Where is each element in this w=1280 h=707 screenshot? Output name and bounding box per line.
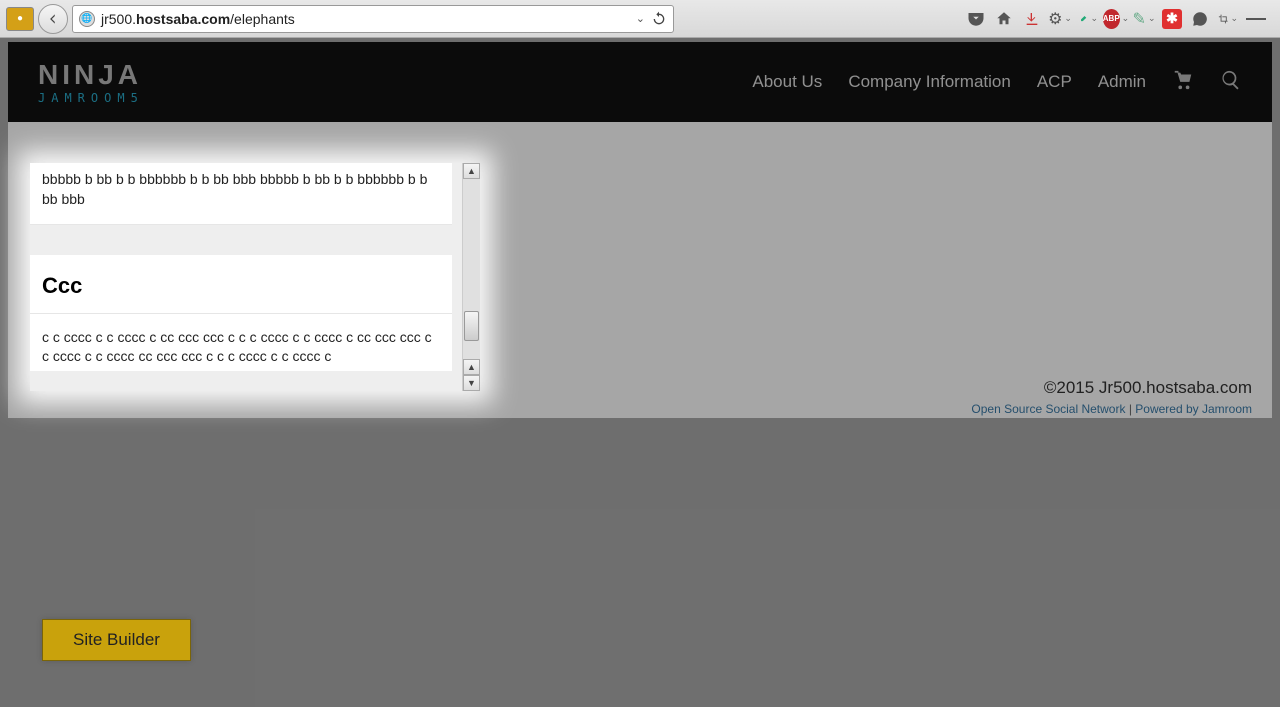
logo-title: NINJA <box>38 59 144 91</box>
pocket-icon[interactable] <box>966 9 986 29</box>
scroll-thumb[interactable] <box>464 311 479 341</box>
footer-links: Open Source Social Network | Powered by … <box>28 402 1252 416</box>
url-text: jr500.hostsaba.com/elephants <box>101 11 295 27</box>
scrollbar[interactable]: ▲ ▲ ▼ <box>462 163 480 391</box>
chevron-down-icon[interactable]: ⌄ <box>1064 13 1072 24</box>
eyedropper-icon[interactable]: ⌄ <box>1078 9 1098 29</box>
crop-icon[interactable]: ⌄ <box>1218 9 1238 29</box>
scroll-up-hint[interactable]: ▲ <box>463 359 480 375</box>
nav-admin[interactable]: Admin <box>1098 72 1146 92</box>
extension-icon[interactable]: ✱ <box>1162 9 1182 29</box>
tool-icon[interactable]: ✎⌄ <box>1134 9 1154 29</box>
logo-subtitle: JAMROOM5 <box>38 91 144 105</box>
ccc-body: c c cccc c c cccc c cc ccc ccc c c c ccc… <box>30 314 452 371</box>
browser-toolbar-icons: ⚙⌄ ⌄ ABP⌄ ✎⌄ ✱ ⌄ <box>678 9 1274 29</box>
main-nav: About Us Company Information ACP Admin <box>752 69 1242 96</box>
download-icon[interactable] <box>1022 9 1042 29</box>
arrow-left-icon <box>46 12 60 26</box>
cart-icon[interactable] <box>1172 69 1194 96</box>
menu-icon[interactable] <box>1246 9 1266 29</box>
site-header: NINJA JAMROOM5 About Us Company Informat… <box>8 42 1272 122</box>
abp-icon[interactable]: ABP⌄ <box>1106 9 1126 29</box>
scroll-up-button[interactable]: ▲ <box>463 163 480 179</box>
card-b-body: bbbbb b bb b b bbbbbb b b bb bbb bbbbb b… <box>30 163 452 225</box>
scroll-track[interactable] <box>463 179 480 359</box>
reload-icon[interactable] <box>651 11 667 27</box>
gear-icon[interactable]: ⚙⌄ <box>1050 9 1070 29</box>
oss-link[interactable]: Open Source Social Network <box>971 402 1125 416</box>
browser-toolbar: ● 🌐 jr500.hostsaba.com/elephants ⌄ ⚙⌄ ⌄ … <box>0 0 1280 38</box>
scroll-content: bbbbb b bb b b bbbbbb b b bb bbb bbbbb b… <box>30 163 462 391</box>
nav-company[interactable]: Company Information <box>848 72 1011 92</box>
chat-icon[interactable] <box>1190 9 1210 29</box>
home-icon[interactable] <box>994 9 1014 29</box>
site-builder-button[interactable]: Site Builder <box>42 619 191 661</box>
search-icon[interactable] <box>1220 69 1242 96</box>
chevron-down-icon[interactable]: ⌄ <box>1230 13 1238 24</box>
content-scroll-panel: bbbbb b bb b b bbbbbb b b bb bbb bbbbb b… <box>30 163 480 391</box>
logo[interactable]: NINJA JAMROOM5 <box>38 59 144 105</box>
record-button[interactable]: ● <box>6 7 34 31</box>
page-viewport: NINJA JAMROOM5 About Us Company Informat… <box>0 38 1280 707</box>
globe-icon: 🌐 <box>79 11 95 27</box>
chevron-down-icon[interactable]: ⌄ <box>636 12 645 25</box>
chevron-down-icon[interactable]: ⌄ <box>1090 13 1098 24</box>
nav-acp[interactable]: ACP <box>1037 72 1072 92</box>
chevron-down-icon[interactable]: ⌄ <box>1122 13 1130 24</box>
nav-about[interactable]: About Us <box>752 72 822 92</box>
ccc-title: Ccc <box>30 255 452 314</box>
chevron-down-icon[interactable]: ⌄ <box>1148 13 1156 24</box>
url-bar[interactable]: 🌐 jr500.hostsaba.com/elephants ⌄ <box>72 5 674 33</box>
content-card-ccc: Ccc c c cccc c c cccc c cc ccc ccc c c c… <box>30 255 452 371</box>
powered-link[interactable]: Powered by Jamroom <box>1135 402 1252 416</box>
scroll-down-button[interactable]: ▼ <box>463 375 480 391</box>
gray-area <box>0 418 1280 707</box>
back-button[interactable] <box>38 4 68 34</box>
content-card-b: bbbbb b bb b b bbbbbb b b bb bbb bbbbb b… <box>30 163 452 225</box>
